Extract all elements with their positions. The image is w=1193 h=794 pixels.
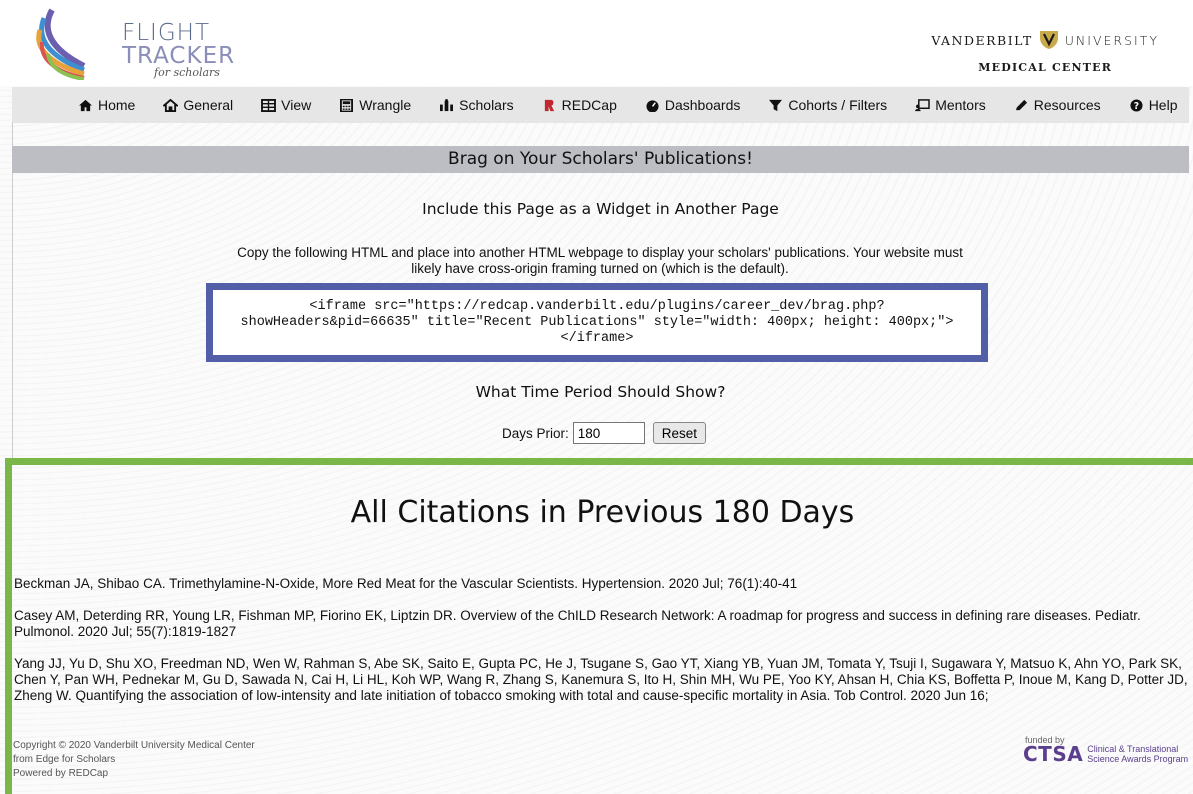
ctsa-small-line2: Science Awards Program	[1087, 754, 1189, 764]
days-prior-label: Days Prior:	[502, 425, 569, 441]
scholars-icon	[440, 98, 454, 111]
logo-wordmark: FLIGHT TRACKER for scholars	[122, 20, 236, 79]
days-prior-form: Days Prior: Reset	[502, 422, 707, 444]
citation-list: Beckman JA, Shibao CA. Trimethylamine-N-…	[14, 576, 1193, 720]
nav-cohorts-label: Cohorts / Filters	[788, 97, 888, 113]
vanderbilt-word: VANDERBILT	[931, 32, 1033, 48]
nav-help[interactable]: ? Help	[1129, 97, 1178, 113]
embed-code-text[interactable]: <iframe src="https://redcap.vanderbilt.e…	[231, 299, 963, 347]
citation-item: Beckman JA, Shibao CA. Trimethylamine-N-…	[14, 576, 798, 591]
help-icon: ?	[1130, 98, 1143, 112]
reset-button[interactable]: Reset	[652, 422, 707, 444]
calculator-icon	[340, 98, 354, 112]
vanderbilt-logo: VANDERBILT UNIVERSITY MEDICAL CENTER	[931, 30, 1159, 74]
nav-wrangle[interactable]: Wrangle	[339, 97, 411, 113]
copyright-text: Copyright © 2020 Vanderbilt University M…	[13, 740, 255, 751]
nav-mentors-label: Mentors	[935, 97, 986, 113]
citation-item: Yang JJ, Yu D, Shu XO, Freedman ND, Wen …	[14, 656, 1188, 703]
nav-scholars[interactable]: Scholars	[439, 97, 514, 113]
ctsa-wordmark: CTSA	[1023, 742, 1084, 766]
edge-for-scholars-link[interactable]: from Edge for Scholars	[13, 753, 255, 767]
ctsa-logo: funded by CTSA Clinical & Translational …	[1023, 735, 1193, 779]
logo-line-flight: FLIGHT	[122, 20, 210, 46]
nav-home[interactable]: Home	[78, 97, 135, 113]
dashboard-icon	[646, 99, 659, 112]
nav-resources-label: Resources	[1033, 97, 1101, 113]
logo-line-tracker: TRACKER	[122, 43, 236, 69]
embedded-preview: All Citations in Previous 180 Days Beckm…	[5, 458, 1193, 794]
pen-icon	[1015, 99, 1027, 110]
nav-mentors[interactable]: Mentors	[915, 97, 986, 113]
medical-center-label: MEDICAL CENTER	[978, 61, 1113, 74]
filter-icon	[769, 99, 783, 111]
days-prior-input[interactable]	[572, 422, 645, 444]
nav-scholars-label: Scholars	[459, 97, 514, 113]
widget-description: Copy the following HTML and place into a…	[237, 245, 963, 276]
flight-tracker-swoosh-icon	[36, 8, 86, 80]
app-header: FLIGHT TRACKER for scholars VANDERBILT U…	[0, 0, 1193, 86]
mentors-icon	[915, 98, 930, 111]
flight-tracker-logo[interactable]: FLIGHT TRACKER for scholars	[34, 8, 234, 80]
nav-view[interactable]: View	[261, 97, 311, 113]
home-icon	[79, 99, 92, 111]
vanderbilt-shield-icon	[1039, 31, 1058, 49]
table-icon	[261, 98, 277, 112]
citations-heading: All Citations in Previous 180 Days	[350, 495, 855, 530]
vanderbilt-row1: VANDERBILT UNIVERSITY	[931, 30, 1159, 50]
embed-code-box[interactable]: <iframe src="https://redcap.vanderbilt.e…	[206, 283, 988, 362]
ctsa-small-line1: Clinical & Translational	[1087, 744, 1179, 754]
citation-item: Casey AM, Deterding RR, Young LR, Fishma…	[14, 608, 1141, 639]
nav-resources[interactable]: Resources	[1014, 97, 1101, 113]
main-nav: Home General View Wrangle Scholars REDCa…	[12, 87, 1189, 123]
period-heading: What Time Period Should Show?	[475, 383, 726, 401]
page-title: Brag on Your Scholars' Publications!	[12, 146, 1189, 173]
nav-dashboards[interactable]: Dashboards	[645, 97, 741, 113]
university-word: UNIVERSITY	[1064, 32, 1159, 48]
powered-by-redcap: Powered by REDCap	[13, 768, 109, 779]
nav-view-label: View	[281, 97, 312, 113]
nav-home-label: Home	[98, 97, 136, 113]
nav-redcap[interactable]: REDCap	[542, 97, 617, 113]
footer-credits: Copyright © 2020 Vanderbilt University M…	[13, 739, 255, 781]
general-icon	[163, 98, 179, 112]
nav-general-label: General	[183, 97, 234, 113]
widget-heading: Include this Page as a Widget in Another…	[422, 200, 779, 218]
ctsa-program-name: Clinical & Translational Science Awards …	[1087, 744, 1188, 764]
nav-redcap-label: REDCap	[561, 97, 617, 113]
redcap-icon	[544, 99, 554, 111]
nav-general[interactable]: General	[163, 97, 233, 113]
svg-text:?: ?	[1134, 101, 1139, 112]
nav-wrangle-label: Wrangle	[359, 97, 412, 113]
nav-cohorts-filters[interactable]: Cohorts / Filters	[768, 97, 887, 113]
nav-dashboards-label: Dashboards	[664, 97, 741, 113]
nav-help-label: Help	[1148, 97, 1178, 113]
ctsa-row: CTSA Clinical & Translational Science Aw…	[1023, 742, 1193, 766]
